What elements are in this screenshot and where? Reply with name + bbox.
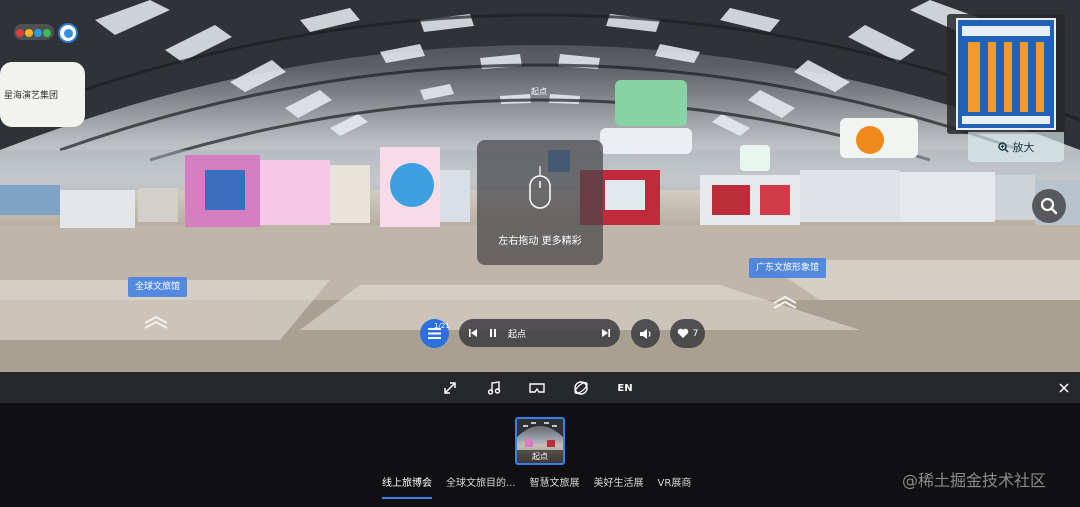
tab-global-destinations[interactable]: 全球文旅目的... (446, 477, 516, 495)
previous-icon[interactable] (468, 328, 478, 338)
tour-player: 起点 (459, 319, 620, 347)
tab-online-expo[interactable]: 线上旅博会 (382, 477, 432, 499)
music-icon (487, 381, 501, 395)
heart-icon (677, 328, 688, 338)
thumbnail-label: 起点 (517, 450, 563, 463)
music-button[interactable] (485, 379, 503, 397)
tab-smart-tourism[interactable]: 智慧文旅展 (530, 477, 580, 495)
guangdong-logo[interactable] (14, 22, 54, 42)
current-scene-label: 起点 (508, 329, 527, 340)
tab-vr-exhibitors[interactable]: VR展商 (658, 477, 692, 495)
chevron-up-icon[interactable] (141, 314, 171, 330)
next-icon[interactable] (601, 328, 611, 338)
drag-hint-overlay: 左右拖动 更多精彩 (477, 140, 603, 265)
language-toggle[interactable]: EN (614, 379, 636, 397)
scene-count: 1/21 (434, 322, 450, 330)
bottom-toolbar: EN (0, 372, 1080, 403)
search-icon (1040, 197, 1058, 215)
vr-mode-button[interactable] (528, 379, 546, 397)
close-icon (1059, 383, 1069, 393)
watermark: @稀土掘金技术社区 (902, 471, 1047, 490)
organizer-logo[interactable] (58, 23, 78, 43)
zoom-in-icon (997, 141, 1009, 153)
gyro-icon (574, 381, 588, 395)
tab-good-life[interactable]: 美好生活展 (594, 477, 644, 495)
vr-icon (529, 383, 545, 393)
center-floating-text: 起点 (531, 87, 547, 96)
zoom-label: 放大 (1012, 141, 1035, 154)
search-button[interactable] (1032, 189, 1066, 223)
close-button[interactable] (1055, 379, 1073, 397)
speaker-icon (639, 328, 651, 339)
hotspot-global-tourism-hall[interactable]: 全球文旅馆 (128, 277, 188, 297)
fullscreen-button[interactable] (441, 379, 459, 397)
gyroscope-button[interactable] (572, 379, 590, 397)
chevron-up-icon[interactable] (770, 294, 800, 310)
floor-plan-thumbnail[interactable] (956, 18, 1056, 130)
like-button[interactable]: 7 (670, 319, 705, 348)
fullscreen-icon (444, 382, 456, 394)
pause-icon[interactable] (488, 328, 498, 338)
like-count: 7 (692, 328, 699, 339)
volume-button[interactable] (631, 319, 660, 348)
scene-thumbnail-start[interactable]: 起点 (515, 417, 565, 465)
left-sign-text: 星海演艺集团 (4, 91, 59, 101)
category-tabs: 线上旅博会 全球文旅目的... 智慧文旅展 美好生活展 VR展商 (382, 477, 692, 499)
mouse-drag-icon (529, 166, 551, 209)
scene-selector-panel: 起点 线上旅博会 全球文旅目的... 智慧文旅展 美好生活展 VR展商 @稀土掘… (0, 403, 1080, 507)
vr-tour-app: 星海演艺集团 起点 放大 左右拖动 更多精彩 全球文旅馆 广东文旅形象馆 1/2… (0, 0, 1080, 507)
minimap-zoom-button[interactable]: 放大 (968, 132, 1064, 162)
minimap-panel[interactable] (947, 14, 1065, 134)
drag-hint-text: 左右拖动 更多精彩 (498, 236, 582, 247)
hotspot-guangdong-image-hall[interactable]: 广东文旅形象馆 (749, 258, 827, 278)
